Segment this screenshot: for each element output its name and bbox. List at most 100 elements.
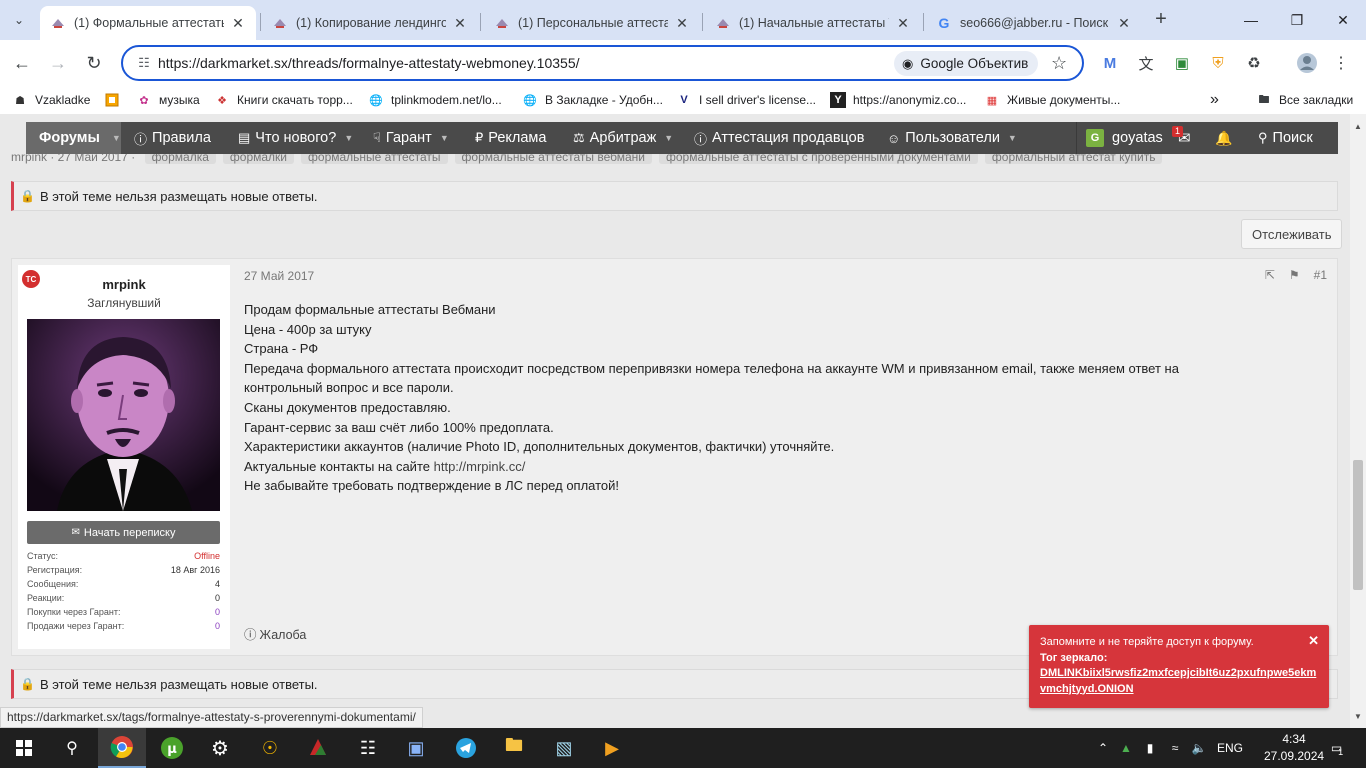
address-bar[interactable]: ☷ https://darkmarket.sx/threads/formalny… [121, 45, 1084, 81]
forum-navigation: Форумы ▼ ⓘ Правила ▤ Что нового? ▼ ☟ Гарант ▼… [26, 122, 1338, 154]
nav-account[interactable]: Ggoyatas [1086, 122, 1163, 154]
nav-forums[interactable]: Форумы ▼ [26, 122, 121, 154]
post-number[interactable]: #1 [1314, 268, 1327, 282]
nav-search[interactable]: ⚲ Поиск [1258, 122, 1313, 154]
taskbar-file-explorer[interactable]: 🖿 [490, 728, 538, 768]
nav-guarantee[interactable]: ☟ Гарант ▼ [373, 122, 449, 154]
tray-clock[interactable]: 4:34 27.09.2024 [1264, 731, 1324, 765]
all-bookmarks-button[interactable]: 🖿 Все закладки [1256, 91, 1354, 109]
bookmark-item[interactable]: 🌐 В Закладке - Удобн... [522, 91, 663, 109]
tray-battery[interactable]: ▮ [1140, 728, 1160, 768]
tab-search-button[interactable]: ⌄ [8, 9, 30, 31]
reload-button[interactable]: ↻ [80, 49, 108, 77]
bookmark-label: Vzakladke [35, 93, 91, 107]
close-icon[interactable]: ✕ [230, 15, 246, 32]
post-date[interactable]: 27 Май 2017 [244, 269, 314, 283]
taskbar-settings[interactable]: ⚙ [196, 728, 244, 768]
tab-google-search[interactable]: G seo666@jabber.ru - Поиск в ✕ [926, 6, 1142, 40]
mirror-link[interactable]: DMLINKbiixl5rwsfiz2mxfcepjcibIt6uz2pxufn… [1040, 666, 1318, 697]
google-icon: G [938, 15, 950, 31]
nav-alerts[interactable]: 🔔 [1215, 122, 1232, 154]
report-link[interactable]: ⓘ Жалоба [244, 624, 306, 643]
ruble-icon: ₽ [475, 130, 484, 145]
tab-formal-attestaty[interactable]: (1) Формальные аттестаты W ✕ [40, 6, 256, 40]
taskbar-media-app[interactable]: ▶ [588, 728, 636, 768]
extension-shield-icon[interactable]: ⛨ [1206, 51, 1230, 75]
taskbar-telegram[interactable] [442, 728, 490, 768]
tray-overflow-button[interactable]: ⌃ [1094, 728, 1112, 768]
bookmark-item[interactable]: ▦ Живые документы... [984, 91, 1121, 109]
more-bookmarks-button[interactable]: » [1210, 91, 1219, 109]
stat-value: 4 [214, 579, 220, 589]
close-icon[interactable]: ✕ [452, 15, 468, 32]
translate-icon[interactable]: 文 [1134, 51, 1158, 75]
taskbar-utorrent[interactable]: µ [148, 728, 196, 768]
nav-users[interactable]: ☺ Пользователи ▼ [887, 122, 1017, 154]
profile-avatar[interactable] [1295, 51, 1319, 75]
taskbar-office[interactable] [294, 728, 342, 768]
bookmark-item[interactable]: ❖ Книги скачать торр... [214, 91, 353, 109]
tray-app-icon[interactable]: ▲ [1116, 728, 1136, 768]
bookmark-item[interactable] [104, 91, 127, 109]
taskbar-chrome[interactable] [98, 728, 146, 768]
nav-ads[interactable]: ₽ Реклама [475, 122, 546, 154]
tab-personalnye[interactable]: (1) Персональные аттестаты ✕ [484, 6, 700, 40]
start-button[interactable] [0, 728, 48, 768]
nav-rules[interactable]: ⓘ Правила [134, 122, 211, 154]
tray-language[interactable]: ENG [1214, 728, 1246, 768]
url-text[interactable]: https://darkmarket.sx/threads/formalnye-… [158, 55, 580, 71]
close-icon[interactable]: ✕ [895, 15, 911, 32]
nav-label: Аттестация продавцов [712, 130, 865, 146]
tray-volume[interactable]: 🔈 [1188, 728, 1210, 768]
nav-seller-cert[interactable]: ⓘ Аттестация продавцов [694, 122, 864, 154]
scroll-up-arrow-icon[interactable]: ▲ [1354, 122, 1362, 131]
all-bookmarks-label: Все закладки [1279, 93, 1354, 107]
close-icon[interactable]: ✕ [1308, 633, 1319, 649]
tab-kopirovanie[interactable]: (1) Копирование лендингов ✕ [262, 6, 478, 40]
gmail-extension-icon[interactable]: M [1098, 51, 1122, 75]
search-button[interactable]: ⚲ [48, 728, 96, 768]
minimize-button[interactable]: — [1228, 0, 1274, 40]
tray-network[interactable]: ≈ [1164, 728, 1186, 768]
bookmark-item[interactable]: Y https://anonymiz.co... [830, 91, 966, 109]
watch-thread-button[interactable]: Отслеживать [1241, 219, 1343, 249]
envelope-icon: ✉ [71, 527, 80, 538]
stat-value[interactable]: 0 [215, 619, 220, 633]
post-author[interactable]: mrpink [18, 277, 230, 292]
nav-arbitrage[interactable]: ⚖ Арбитраж ▼ [573, 122, 673, 154]
forward-button[interactable]: → [44, 49, 72, 77]
back-button[interactable]: ← [8, 49, 36, 77]
bookmark-item[interactable]: V I sell driver's license... [676, 91, 816, 109]
scroll-thumb[interactable] [1353, 460, 1363, 590]
taskbar-notes-app[interactable]: ▧ [540, 728, 588, 768]
page-scrollbar[interactable]: ▲ ▼ [1350, 114, 1366, 728]
scroll-down-arrow-icon[interactable]: ▼ [1354, 712, 1362, 721]
bookmark-item[interactable]: 🌐 tplinkmodem.net/lo... [368, 91, 502, 109]
extensions-puzzle-icon[interactable]: ♻ [1242, 51, 1266, 75]
taskbar-sniping[interactable]: ☷ [344, 728, 392, 768]
extension-green-icon[interactable]: ▣ [1170, 51, 1194, 75]
bookmark-item[interactable]: ✿ музыка [136, 91, 199, 109]
user-avatar-image[interactable] [27, 319, 220, 511]
close-icon[interactable]: ✕ [1116, 15, 1132, 32]
close-window-button[interactable]: ✕ [1320, 0, 1366, 40]
bookmark-star-icon[interactable]: ☆ [1051, 53, 1067, 74]
contacts-link[interactable]: http://mrpink.cc/ [434, 459, 526, 474]
nav-whats-new[interactable]: ▤ Что нового? ▼ [238, 122, 353, 154]
restore-button[interactable]: ❐ [1274, 0, 1320, 40]
bookmark-item[interactable]: ☗ Vzakladke [12, 91, 90, 109]
taskbar-explorer-app[interactable]: ▣ [392, 728, 440, 768]
stat-value[interactable]: 0 [215, 605, 220, 619]
tab-nachalnye[interactable]: (1) Начальные аттестаты W ✕ [705, 6, 921, 40]
site-info-icon[interactable]: ☷ [135, 54, 153, 72]
notification-center[interactable]: ▭ 1 [1324, 728, 1350, 768]
taskbar-network-app[interactable]: ☉ [246, 728, 294, 768]
google-lens-button[interactable]: ◉ Google Объектив [894, 51, 1039, 76]
new-tab-button[interactable]: + [1150, 8, 1172, 30]
start-conversation-button[interactable]: ✉ Начать переписку [27, 521, 220, 544]
bookmark-icon[interactable]: ⚑ [1289, 268, 1300, 282]
share-icon[interactable]: ⇱ [1265, 268, 1275, 282]
caret-down-icon[interactable]: ▼ [112, 133, 121, 143]
close-icon[interactable]: ✕ [674, 15, 690, 32]
menu-dots-icon[interactable]: ⋮ [1329, 51, 1353, 75]
